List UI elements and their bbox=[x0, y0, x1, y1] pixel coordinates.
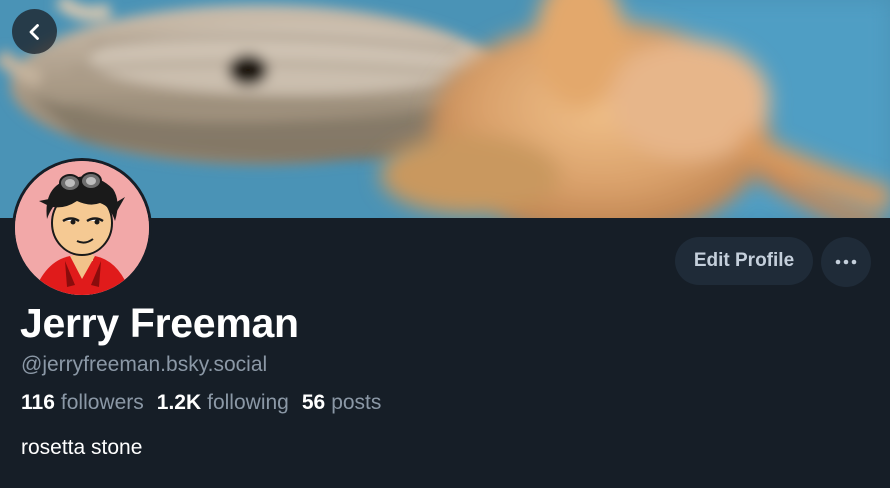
profile-page: Edit Profile Jerry Freeman @jerryfreeman… bbox=[0, 0, 890, 488]
following-label: following bbox=[207, 391, 289, 414]
back-button[interactable] bbox=[12, 9, 57, 54]
display-name: Jerry Freeman bbox=[20, 300, 299, 346]
posts-stat: 56 posts bbox=[302, 391, 382, 415]
edit-profile-button[interactable]: Edit Profile bbox=[675, 237, 813, 285]
chevron-left-icon bbox=[29, 23, 39, 40]
followers-label: followers bbox=[60, 391, 144, 414]
followers-stat[interactable]: 116 followers bbox=[21, 391, 144, 415]
profile-handle: @jerryfreeman.bsky.social bbox=[21, 353, 268, 376]
avatar[interactable] bbox=[12, 158, 152, 298]
followers-count: 116 bbox=[21, 391, 55, 414]
posts-count: 56 bbox=[301, 391, 326, 414]
following-count: 1.2K bbox=[156, 391, 202, 414]
posts-label: posts bbox=[331, 391, 382, 414]
avatar-image bbox=[15, 161, 149, 295]
more-horizontal-icon bbox=[835, 259, 857, 265]
profile-stats: 116 followers 1.2K following 56 posts bbox=[21, 391, 394, 415]
following-stat[interactable]: 1.2K following bbox=[157, 391, 289, 415]
more-options-button[interactable] bbox=[821, 237, 871, 287]
profile-bio: rosetta stone bbox=[21, 436, 143, 459]
